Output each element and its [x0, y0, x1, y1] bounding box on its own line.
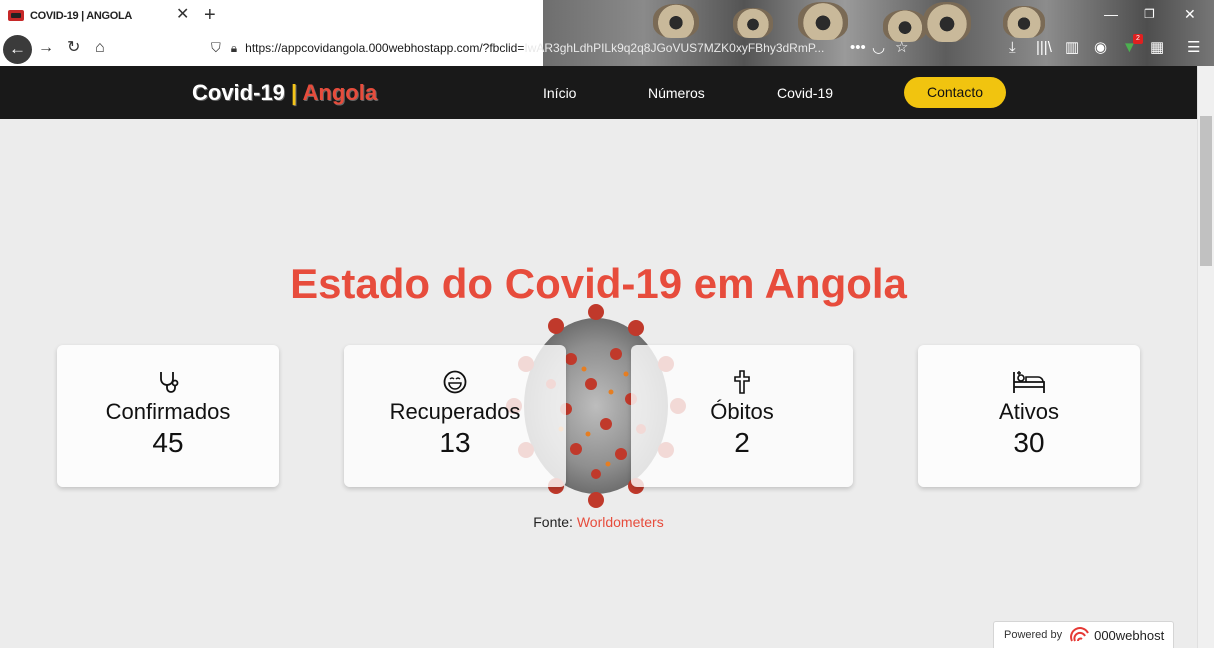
url-text[interactable]: https://appcovidangola.000webhostapp.com…: [245, 41, 835, 55]
sidebar-icon[interactable]: ▥: [1065, 38, 1079, 58]
data-source: Fonte: Worldometers: [0, 514, 1197, 530]
home-icon[interactable]: ⌂: [95, 38, 105, 58]
stat-value: 13: [439, 427, 471, 458]
nav-link-numeros[interactable]: Números: [648, 85, 705, 101]
stat-card-recuperados: Recuperados 13: [344, 345, 566, 487]
brand-accent: Angola: [302, 80, 378, 105]
stat-value: 30: [1013, 427, 1045, 458]
window-close-icon[interactable]: ✕: [1184, 6, 1196, 22]
brand-main: Covid-19: [192, 80, 285, 105]
close-tab-icon[interactable]: ✕: [176, 6, 189, 24]
tab-title: COVID-19 | ANGOLA: [30, 9, 133, 22]
cross-icon: [631, 369, 853, 395]
extension-badge: 2: [1133, 34, 1143, 44]
000webhost-logo-icon: [1070, 627, 1089, 642]
restore-icon[interactable]: ❐: [1144, 6, 1155, 22]
library-icon[interactable]: |||\: [1036, 38, 1052, 58]
site-brand[interactable]: Covid-19 | Angola: [192, 80, 377, 106]
stat-label: Óbitos: [710, 399, 774, 424]
stat-card-confirmados: Confirmados 45: [57, 345, 279, 487]
stat-value: 45: [152, 427, 184, 458]
nav-link-covid[interactable]: Covid-19: [777, 85, 833, 101]
stat-label: Confirmados: [105, 399, 231, 424]
smiley-icon: [344, 369, 566, 395]
powered-label: Powered by: [1004, 629, 1063, 641]
stethoscope-icon: [57, 369, 279, 395]
new-tab-icon[interactable]: +: [204, 4, 216, 26]
stat-value: 2: [734, 427, 750, 458]
minimize-icon[interactable]: —: [1104, 6, 1118, 22]
stat-card-obitos: Óbitos 2: [631, 345, 853, 487]
powered-by-badge[interactable]: Powered by 000webhost: [993, 621, 1174, 648]
covid-favicon-icon: [8, 10, 24, 21]
page-title: Estado do Covid-19 em Angola: [290, 260, 907, 307]
shield-icon[interactable]: ⛉: [211, 40, 221, 56]
forward-arrow-icon[interactable]: →: [38, 38, 54, 58]
hamburger-menu-icon[interactable]: ☰: [1187, 38, 1200, 58]
stat-label: Recuperados: [389, 399, 521, 424]
main-content: Estado do Covid-19 em Angola Confirmados…: [0, 119, 1197, 648]
reload-icon[interactable]: ↻: [67, 38, 80, 58]
url-bar[interactable]: ⛉ 🔒︎ https://appcovidangola.000webhostap…: [207, 36, 847, 60]
pocket-icon[interactable]: ◡: [872, 38, 885, 58]
source-label: Fonte:: [533, 514, 573, 530]
star-icon[interactable]: ☆: [895, 38, 908, 58]
account-icon[interactable]: ◉: [1094, 38, 1107, 58]
download-icon[interactable]: ⤓: [1009, 38, 1016, 58]
hospital-bed-icon: [918, 369, 1140, 395]
browser-tab[interactable]: COVID-19 | ANGOLA ✕: [0, 0, 200, 31]
nav-link-inicio[interactable]: Início: [543, 85, 576, 101]
back-arrow-icon[interactable]: ←: [3, 35, 32, 64]
lock-icon[interactable]: 🔒︎: [231, 41, 237, 56]
source-link[interactable]: Worldometers: [577, 514, 664, 530]
page-actions-icon[interactable]: •••: [850, 38, 866, 58]
scrollbar-thumb[interactable]: [1200, 116, 1212, 266]
grid-icon[interactable]: ▦: [1150, 38, 1164, 58]
contact-button[interactable]: Contacto: [904, 77, 1006, 108]
site-header: Covid-19 | Angola Início Números Covid-1…: [0, 66, 1197, 119]
powered-brand: 000webhost: [1094, 627, 1165, 643]
page-scrollbar[interactable]: [1197, 66, 1214, 648]
browser-chrome: COVID-19 | ANGOLA ✕ + — ❐ ✕ ← → ↻ ⌂ ⛉ 🔒︎…: [0, 0, 1214, 66]
stat-label: Ativos: [999, 399, 1059, 424]
stat-card-ativos: Ativos 30: [918, 345, 1140, 487]
brand-separator: |: [291, 80, 298, 105]
